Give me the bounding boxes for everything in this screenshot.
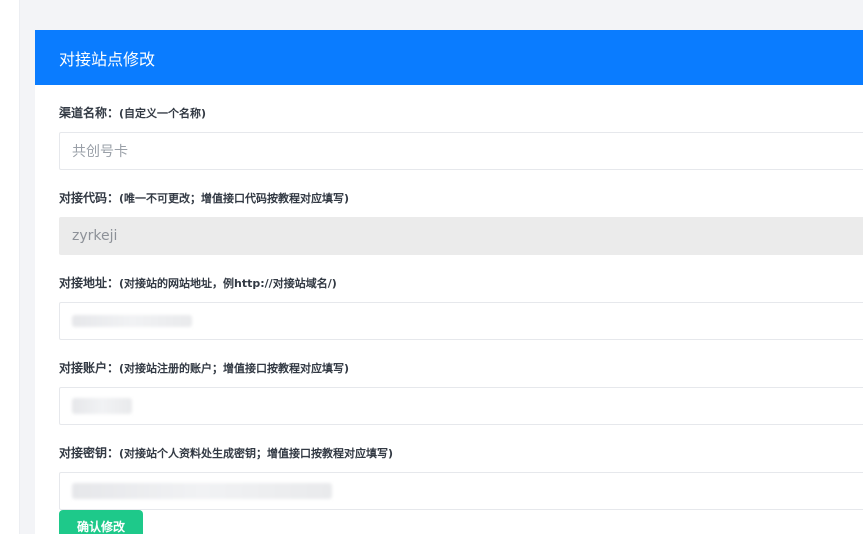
redacted-account bbox=[72, 398, 132, 414]
api-code-hint: (唯一不可更改；增值接口代码按教程对应填写) bbox=[119, 192, 350, 205]
left-sidebar-edge bbox=[0, 0, 20, 534]
secret-key-input[interactable] bbox=[59, 472, 863, 510]
account-hint: (对接站注册的账户；增值接口按教程对应填写) bbox=[119, 362, 350, 375]
site-url-label-row: 对接地址：(对接站的网站地址，例http://对接站域名/) bbox=[59, 275, 863, 292]
secret-key-label: 对接密钥： bbox=[59, 446, 120, 460]
api-code-label-row: 对接代码：(唯一不可更改；增值接口代码按教程对应填写) bbox=[59, 190, 863, 207]
panel-title: 对接站点修改 bbox=[59, 49, 156, 69]
panel-header: 对接站点修改 bbox=[35, 30, 863, 85]
channel-name-hint: (自定义一个名称) bbox=[119, 107, 207, 120]
api-code-label: 对接代码： bbox=[59, 191, 120, 205]
secret-key-hint: (对接站个人资料处生成密钥；增值接口按教程对应填写) bbox=[119, 447, 394, 460]
channel-name-placeholder: 共创号卡 bbox=[72, 144, 128, 160]
account-label-row: 对接账户：(对接站注册的账户；增值接口按教程对应填写) bbox=[59, 360, 863, 377]
confirm-edit-button[interactable]: 确认修改 bbox=[59, 510, 143, 534]
account-input[interactable] bbox=[59, 387, 863, 425]
site-url-hint: (对接站的网站地址，例http://对接站域名/) bbox=[119, 277, 337, 290]
redacted-secret-key bbox=[72, 483, 332, 499]
channel-name-label: 渠道名称： bbox=[59, 106, 120, 120]
secret-key-label-row: 对接密钥：(对接站个人资料处生成密钥；增值接口按教程对应填写) bbox=[59, 445, 863, 462]
site-url-input[interactable] bbox=[59, 302, 863, 340]
edit-site-panel: 对接站点修改 渠道名称：(自定义一个名称) 共创号卡 对接代码：(唯一不可更改；… bbox=[35, 30, 863, 534]
redacted-url bbox=[72, 315, 192, 327]
site-url-label: 对接地址： bbox=[59, 276, 120, 290]
api-code-value: zyrkeji bbox=[72, 228, 118, 244]
form-body: 渠道名称：(自定义一个名称) 共创号卡 对接代码：(唯一不可更改；增值接口代码按… bbox=[35, 105, 863, 510]
channel-name-label-row: 渠道名称：(自定义一个名称) bbox=[59, 105, 863, 122]
account-label: 对接账户： bbox=[59, 361, 120, 375]
channel-name-input[interactable]: 共创号卡 bbox=[59, 132, 863, 170]
api-code-input: zyrkeji bbox=[59, 217, 863, 255]
